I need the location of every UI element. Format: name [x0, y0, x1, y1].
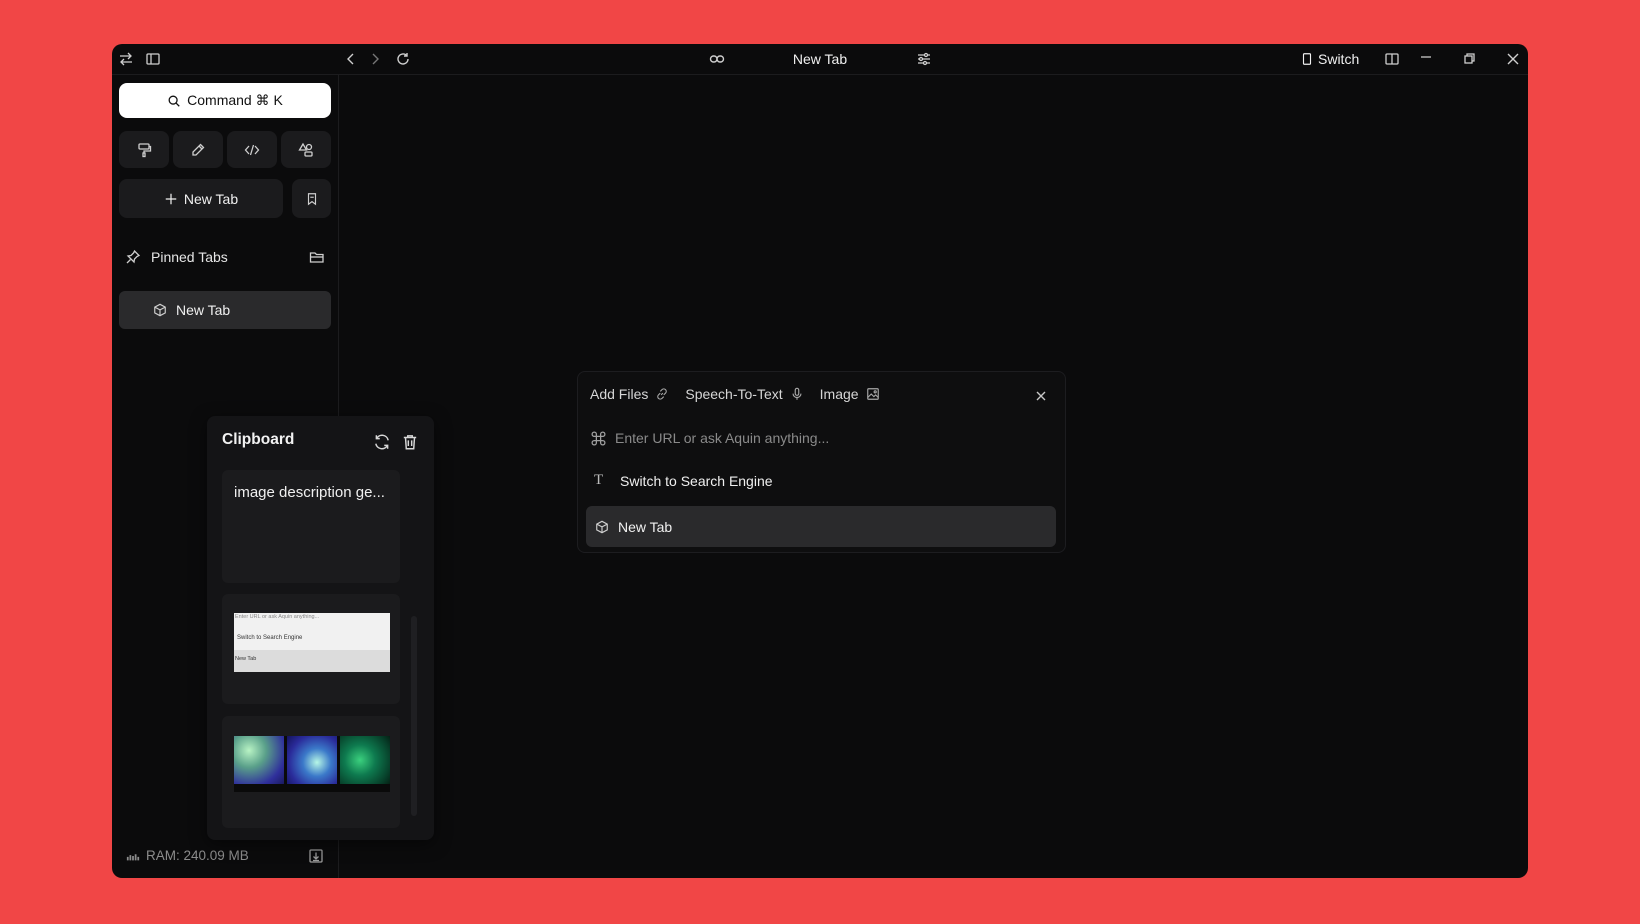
paint-roller-icon[interactable] [119, 131, 169, 168]
text-icon: T [594, 472, 604, 488]
title-bar: New Tab Switch [112, 44, 1528, 75]
image-button[interactable]: Image [820, 386, 880, 402]
shapes-icon[interactable] [281, 131, 331, 168]
switch-search-engine-label: Switch to Search Engine [620, 472, 773, 489]
add-files-label: Add Files [590, 386, 649, 402]
clipboard-item[interactable]: image description ge... [222, 470, 400, 583]
plus-icon [165, 193, 177, 204]
sidebar-toggle-icon[interactable] [141, 47, 165, 71]
thumbnail-line: Enter URL or ask Aquin anything... [235, 614, 320, 620]
clipboard-scrollbar[interactable] [411, 616, 417, 816]
cube-icon [596, 520, 608, 533]
pinned-tabs-label: Pinned Tabs [151, 249, 228, 265]
command-key-icon [591, 431, 606, 445]
gradient-thumbnail [234, 736, 390, 792]
new-tab-button[interactable]: New Tab [119, 179, 283, 218]
gradient-swatch [287, 736, 337, 784]
refresh-icon[interactable] [373, 433, 391, 451]
trash-icon[interactable] [401, 433, 419, 451]
memory-icon [126, 853, 140, 860]
new-tab-item-label: New Tab [618, 518, 673, 535]
swap-icon[interactable] [114, 47, 138, 71]
clipboard-item[interactable]: Enter URL or ask Aquin anything... Switc… [222, 594, 400, 704]
pin-icon [126, 249, 141, 264]
sidebar-tab-new-tab[interactable]: New Tab [119, 291, 331, 329]
new-tab-label: New Tab [183, 190, 239, 207]
cube-icon [154, 303, 166, 317]
palette-toolbar: Add Files Speech-To-Text Image [590, 386, 880, 402]
settings-sliders-icon[interactable] [912, 47, 936, 71]
clipboard-title: Clipboard [222, 431, 295, 448]
folder-icon[interactable] [309, 249, 325, 265]
close-icon[interactable] [1501, 47, 1525, 71]
image-label: Image [819, 386, 859, 402]
switch-label: Switch [1318, 51, 1360, 67]
thumbnail-line: Switch to Search Engine [237, 635, 303, 641]
split-view-icon[interactable] [1380, 47, 1404, 71]
minimize-icon[interactable] [1414, 47, 1438, 71]
add-files-button[interactable]: Add Files [590, 386, 669, 402]
clipboard-item-text: image description ge... [234, 484, 385, 501]
forward-icon[interactable] [363, 47, 387, 71]
ram-text: RAM: 240.09 MB [146, 848, 249, 863]
new-tab-item[interactable]: New Tab [586, 506, 1056, 547]
link-icon [657, 388, 668, 400]
screenshot-thumbnail: Enter URL or ask Aquin anything... Switc… [234, 613, 390, 672]
pencil-icon[interactable] [173, 131, 223, 168]
bookmark-icon[interactable] [292, 179, 331, 218]
url-input[interactable] [615, 430, 1050, 446]
speech-to-text-button[interactable]: Speech-To-Text [685, 386, 803, 402]
speech-to-text-label: Speech-To-Text [685, 386, 783, 402]
link-icon[interactable] [705, 47, 729, 71]
mic-icon [792, 387, 802, 400]
search-icon [168, 95, 180, 107]
palette-input-row [590, 426, 1050, 450]
command-palette: Add Files Speech-To-Text Image T Switch … [577, 371, 1066, 553]
command-button[interactable]: Command ⌘ K [119, 83, 331, 118]
palette-close-icon[interactable] [1033, 388, 1049, 404]
thumbnail-line: New Tab [235, 656, 257, 662]
tool-row [119, 131, 331, 168]
ram-indicator: RAM: 240.09 MB [126, 848, 249, 863]
code-icon[interactable] [227, 131, 277, 168]
clipboard-panel: Clipboard image description ge... Enter … [207, 416, 434, 840]
restore-icon[interactable] [1457, 47, 1481, 71]
clipboard-item[interactable] [222, 716, 400, 828]
back-icon[interactable] [339, 47, 363, 71]
gradient-swatch [234, 736, 284, 784]
gradient-swatch [340, 736, 390, 784]
command-label: Command ⌘ K [187, 92, 283, 108]
sidebar-tab-label: New Tab [176, 302, 231, 318]
pinned-tabs-header: Pinned Tabs [119, 245, 331, 269]
reload-icon[interactable] [391, 47, 415, 71]
image-icon [866, 388, 879, 400]
download-icon[interactable] [306, 846, 326, 866]
thumbnail-row [234, 650, 390, 672]
switch-icon [1302, 53, 1312, 65]
switch-button[interactable]: Switch [1300, 47, 1359, 71]
switch-search-engine-item[interactable]: T Switch to Search Engine [594, 472, 773, 489]
